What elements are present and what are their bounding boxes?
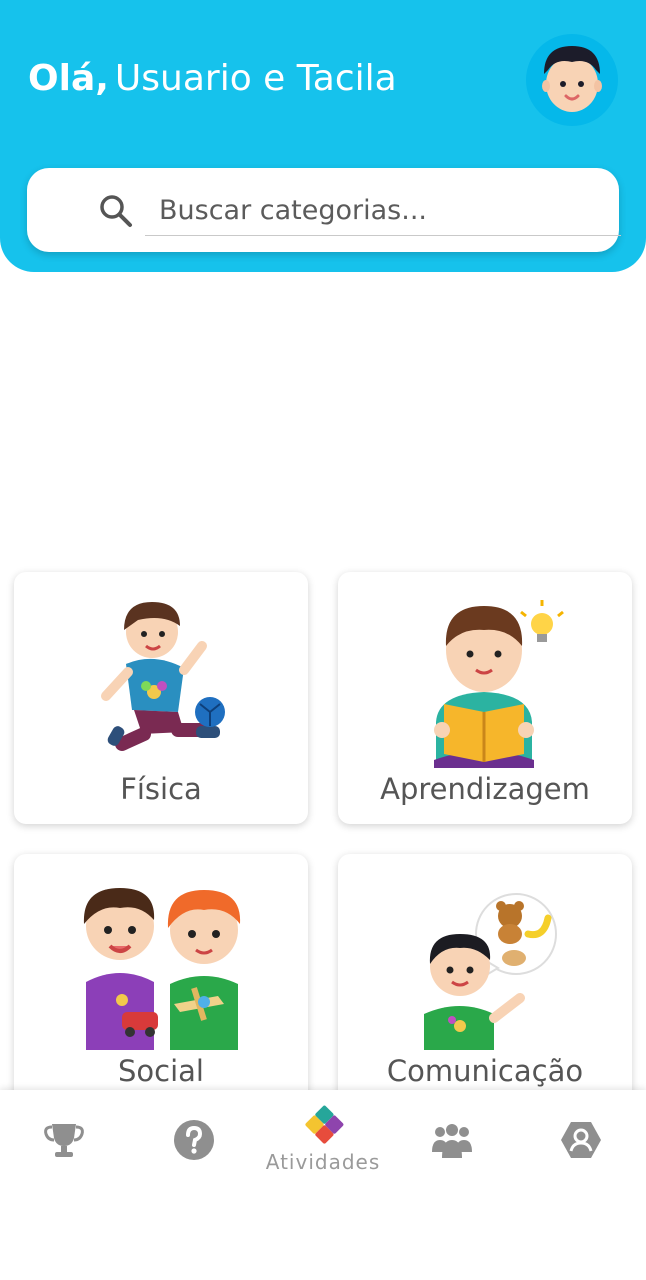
- category-card-fisica[interactable]: Física: [14, 572, 308, 824]
- greeting-hello: Olá,: [28, 58, 109, 99]
- search-icon[interactable]: [99, 194, 133, 228]
- two-boys-sharing-toys-illustration: [83, 888, 241, 1050]
- search-input[interactable]: [145, 186, 621, 236]
- nav-item-trophy[interactable]: [14, 1090, 114, 1190]
- boy-reading-book-illustration: [434, 600, 564, 768]
- category-label: Comunicação: [386, 1054, 584, 1088]
- category-label: Física: [120, 772, 202, 806]
- bottom-navigation: [0, 1090, 646, 1280]
- category-label: Social: [118, 1054, 204, 1088]
- boy-thinking-of-toys-illustration: [424, 893, 557, 1050]
- nav-item-profile[interactable]: [531, 1090, 631, 1190]
- category-card-comunicacao[interactable]: Comunicação: [338, 854, 632, 1106]
- search-bar: [27, 168, 621, 252]
- header: Olá, Usuario e Tacila: [0, 0, 646, 272]
- category-card-aprendizagem[interactable]: Aprendizagem: [338, 572, 632, 824]
- category-card-social[interactable]: Social: [14, 854, 308, 1106]
- user-name: Usuario e Tacila: [114, 58, 397, 99]
- greeting: Olá, Usuario e Tacila: [28, 58, 397, 99]
- nav-item-group[interactable]: [402, 1090, 502, 1190]
- nav-item-atividades[interactable]: [273, 1090, 373, 1190]
- boy-avatar-icon: [542, 46, 602, 112]
- puzzle-icon: [305, 1105, 344, 1144]
- nav-label-atividades: Atividades: [265, 1150, 381, 1174]
- category-label: Aprendizagem: [380, 772, 590, 806]
- boy-kicking-ball-illustration: [101, 602, 225, 751]
- avatar[interactable]: [526, 34, 618, 126]
- nav-item-help[interactable]: [144, 1090, 244, 1190]
